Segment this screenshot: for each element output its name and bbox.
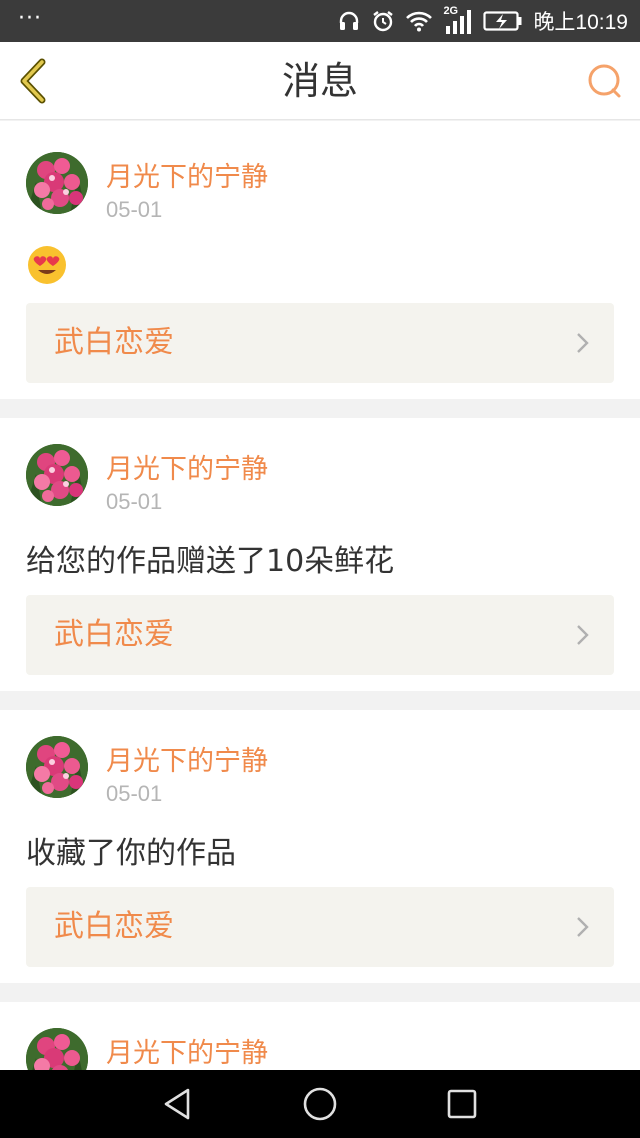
- avatar[interactable]: [26, 444, 88, 506]
- work-link[interactable]: 武白恋爱: [26, 595, 614, 675]
- work-link[interactable]: 武白恋爱: [26, 887, 614, 967]
- message-card: 月光下的宁静 05-01 武白恋爱: [0, 121, 640, 399]
- notification-dots: ···: [18, 6, 42, 31]
- page-title: 消息: [281, 59, 358, 103]
- search-icon: [588, 64, 621, 98]
- work-title: 武白恋爱: [54, 909, 174, 944]
- message-date: 05-01: [106, 781, 163, 806]
- message-card: 月光下的宁静 05-01 给您的作品赠送了10朵鲜花 武白恋爱: [0, 418, 640, 691]
- top-app-bar: 消息: [0, 42, 640, 120]
- avatar[interactable]: [26, 1028, 88, 1070]
- message-date: 05-01: [106, 197, 163, 222]
- message-list[interactable]: 月光下的宁静 05-01 武白恋爱 月光下的宁静 05-01 给您的作品赠送了1…: [0, 121, 640, 1070]
- triangle-back-icon: [164, 1088, 190, 1120]
- status-time: 晚上10:19: [533, 11, 628, 34]
- username[interactable]: 月光下的宁静: [106, 155, 268, 194]
- flower-avatar-icon: [26, 1028, 88, 1070]
- flower-avatar-icon: [26, 736, 88, 798]
- nav-recents-button[interactable]: [444, 1086, 480, 1122]
- flower-avatar-icon: [26, 444, 88, 506]
- chevron-right-icon: [577, 917, 589, 937]
- battery-charging-icon: [483, 10, 523, 32]
- message-date: 05-01: [106, 489, 163, 514]
- work-title: 武白恋爱: [54, 617, 174, 652]
- headphones-icon: [337, 9, 361, 33]
- circle-home-icon: [303, 1087, 337, 1121]
- work-title: 武白恋爱: [54, 325, 174, 360]
- status-bar: ··· 2G 晚上10:19: [0, 0, 640, 42]
- system-navigation-bar: [0, 1070, 640, 1138]
- message-content: 给您的作品赠送了10朵鲜花: [26, 544, 395, 579]
- username[interactable]: 月光下的宁静: [106, 447, 268, 486]
- work-link[interactable]: 武白恋爱: [26, 303, 614, 383]
- alarm-icon: [371, 9, 395, 33]
- cellular-signal-icon: 2G: [443, 4, 473, 38]
- flower-avatar-icon: [26, 152, 88, 214]
- message-card: 月光下的宁静 05-01 收藏了你的作品 武白恋爱: [0, 710, 640, 983]
- square-recents-icon: [447, 1089, 477, 1119]
- wifi-icon: [405, 10, 433, 32]
- username[interactable]: 月光下的宁静: [106, 1031, 268, 1070]
- chevron-right-icon: [577, 625, 589, 645]
- message-content: 收藏了你的作品: [26, 836, 236, 871]
- chevron-right-icon: [577, 333, 589, 353]
- username[interactable]: 月光下的宁静: [106, 739, 268, 778]
- avatar[interactable]: [26, 736, 88, 798]
- avatar[interactable]: [26, 152, 88, 214]
- heart-eyes-emoji-icon: [26, 244, 68, 286]
- message-card: 月光下的宁静: [0, 1002, 640, 1070]
- nav-back-button[interactable]: [160, 1086, 196, 1122]
- nav-home-button[interactable]: [302, 1086, 338, 1122]
- search-button[interactable]: [586, 62, 624, 100]
